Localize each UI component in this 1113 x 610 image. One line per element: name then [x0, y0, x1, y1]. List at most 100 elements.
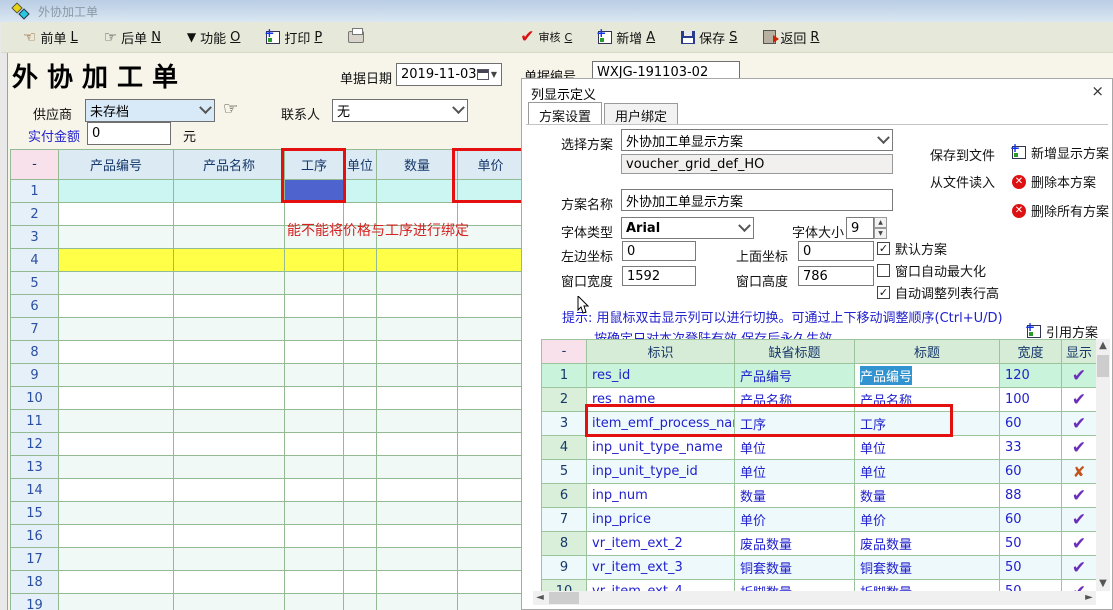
column-table-header-cell[interactable]: 显示	[1062, 340, 1096, 364]
return-button[interactable]: 返回R	[763, 28, 819, 47]
grid-cell[interactable]	[285, 295, 344, 318]
row-number[interactable]: 18	[11, 571, 59, 594]
printer-icon-button[interactable]	[348, 31, 364, 43]
grid-cell[interactable]	[59, 525, 174, 548]
width-cell[interactable]: 60	[1000, 460, 1062, 484]
grid-cell[interactable]	[285, 594, 344, 610]
row-number[interactable]: 7	[11, 318, 59, 341]
grid-cell[interactable]	[458, 456, 524, 479]
column-id-cell[interactable]: vr_item_ext_2	[587, 532, 735, 556]
checkbox-default-scheme[interactable]: ✓ 默认方案	[877, 239, 947, 258]
row-number[interactable]: 3	[542, 412, 587, 436]
grid-cell[interactable]	[458, 295, 524, 318]
grid-cell[interactable]	[344, 594, 377, 610]
row-number[interactable]: 3	[11, 226, 59, 249]
grid-header-cell[interactable]: 单位	[344, 150, 377, 180]
grid-cell[interactable]	[344, 341, 377, 364]
row-number[interactable]: 16	[11, 525, 59, 548]
grid-cell[interactable]	[377, 502, 458, 525]
default-title-cell[interactable]: 铜套数量	[735, 556, 855, 580]
grid-cell[interactable]	[174, 249, 285, 272]
chevron-down-icon[interactable]	[877, 131, 890, 144]
grid-cell[interactable]	[174, 410, 285, 433]
chevron-down-icon[interactable]	[452, 101, 465, 114]
font-type-combobox[interactable]: Arial	[621, 217, 754, 239]
grid-cell[interactable]	[458, 410, 524, 433]
width-cell[interactable]: 88	[1000, 484, 1062, 508]
row-number[interactable]: 13	[11, 456, 59, 479]
checkbox-icon[interactable]: ✓	[877, 286, 890, 299]
width-cell[interactable]: 60	[1000, 412, 1062, 436]
width-cell[interactable]: 100	[1000, 388, 1062, 412]
grid-cell[interactable]	[174, 387, 285, 410]
grid-cell[interactable]	[458, 318, 524, 341]
grid-cell[interactable]	[174, 180, 285, 203]
width-cell[interactable]: 33	[1000, 436, 1062, 460]
grid-cell[interactable]	[458, 594, 524, 610]
grid-cell[interactable]	[344, 433, 377, 456]
tab-user-binding[interactable]: 用户绑定	[604, 103, 678, 125]
grid-cell[interactable]	[59, 594, 174, 610]
column-id-cell[interactable]: res_id	[587, 364, 735, 388]
row-number[interactable]: 15	[11, 502, 59, 525]
audit-button[interactable]: ✔ 审核C	[520, 27, 572, 47]
grid-cell[interactable]	[59, 571, 174, 594]
next-doc-button[interactable]: ☞ 后单N	[104, 28, 161, 47]
visible-check-icon[interactable]: ✔	[1062, 484, 1096, 508]
scheme-combobox[interactable]: 外协加工单显示方案	[621, 129, 893, 151]
row-number[interactable]: 5	[11, 272, 59, 295]
grid-cell[interactable]	[344, 571, 377, 594]
row-number[interactable]: 10	[11, 387, 59, 410]
scroll-left-icon[interactable]: ◄	[533, 591, 547, 605]
grid-cell[interactable]	[59, 318, 174, 341]
grid-cell[interactable]	[458, 502, 524, 525]
grid-cell[interactable]	[285, 410, 344, 433]
grid-cell[interactable]	[377, 410, 458, 433]
paid-amount-input[interactable]: 0	[87, 122, 171, 145]
add-button[interactable]: 新增A	[598, 28, 655, 47]
grid-cell[interactable]	[285, 456, 344, 479]
visible-check-icon[interactable]: ✔	[1062, 532, 1096, 556]
chevron-down-icon[interactable]	[199, 101, 212, 114]
grid-cell[interactable]	[59, 433, 174, 456]
row-number[interactable]: 6	[11, 295, 59, 318]
grid-cell[interactable]	[285, 479, 344, 502]
vertical-scrollbar[interactable]: ▲ ▼	[1096, 339, 1110, 591]
supplier-combobox[interactable]: 未存档	[85, 99, 215, 122]
grid-header-cell[interactable]: -	[11, 150, 59, 180]
visible-check-icon[interactable]: ✔	[1062, 508, 1096, 532]
grid-cell[interactable]	[344, 272, 377, 295]
scroll-up-icon[interactable]: ▲	[1096, 339, 1110, 353]
grid-cell[interactable]	[174, 548, 285, 571]
title-cell[interactable]: 数量	[855, 484, 1000, 508]
grid-header-cell[interactable]: 数量	[377, 150, 458, 180]
grid-cell[interactable]	[285, 525, 344, 548]
grid-cell[interactable]	[377, 433, 458, 456]
grid-cell[interactable]	[59, 226, 174, 249]
grid-cell[interactable]	[458, 364, 524, 387]
delete-all-schemes-button[interactable]: ✕ 删除所有方案	[1012, 201, 1109, 220]
title-cell[interactable]: 单位	[855, 436, 1000, 460]
grid-cell[interactable]	[59, 180, 174, 203]
row-number[interactable]: 2	[542, 388, 587, 412]
row-number[interactable]: 2	[11, 203, 59, 226]
column-id-cell[interactable]: vr_item_ext_3	[587, 556, 735, 580]
default-title-cell[interactable]: 单位	[735, 460, 855, 484]
spin-up-icon[interactable]: ▲	[874, 217, 887, 228]
grid-cell[interactable]	[344, 364, 377, 387]
grid-cell[interactable]	[344, 456, 377, 479]
visible-check-icon[interactable]: ✔	[1062, 556, 1096, 580]
save-to-file-button[interactable]: 保存到文件	[930, 145, 995, 164]
visible-check-icon[interactable]: ✔	[1062, 388, 1096, 412]
grid-cell[interactable]	[285, 249, 344, 272]
grid-cell[interactable]	[377, 456, 458, 479]
width-cell[interactable]: 50	[1000, 532, 1062, 556]
width-cell[interactable]: 60	[1000, 508, 1062, 532]
default-title-cell[interactable]: 废品数量	[735, 532, 855, 556]
grid-cell[interactable]	[59, 364, 174, 387]
column-id-cell[interactable]: vr_item_ext_4	[587, 580, 735, 591]
checkbox-auto-maximize[interactable]: 窗口自动最大化	[877, 261, 986, 280]
tab-scheme-settings[interactable]: 方案设置	[528, 102, 602, 124]
font-size-stepper[interactable]: ▲ ▼	[874, 217, 887, 239]
row-number[interactable]: 19	[11, 594, 59, 610]
